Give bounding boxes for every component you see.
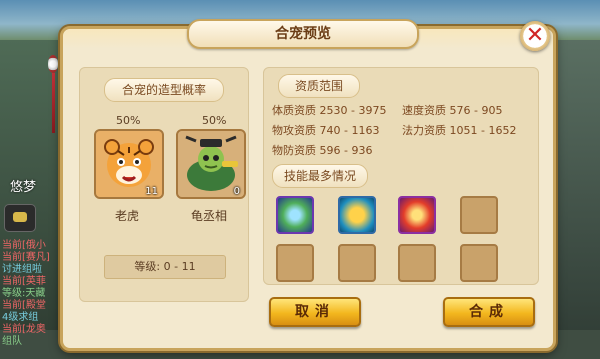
pet-probability: 50%: [202, 114, 227, 127]
pet-slot-turtle-minister[interactable]: 0: [176, 129, 246, 199]
pet-slot-tiger[interactable]: 11: [94, 129, 164, 199]
level-range: 等级: 0 - 11: [104, 255, 226, 279]
shape-probability-heading: 合宠的造型概率: [104, 78, 224, 102]
combine-button[interactable]: 合成: [443, 297, 535, 327]
pet-level-badge: 11: [145, 186, 158, 197]
aptitude-label: 法力资质: [402, 124, 446, 137]
aptitude-label: 物防资质: [272, 144, 316, 157]
empty-skill-slot: [460, 196, 498, 234]
pet-name: 老虎: [114, 209, 139, 223]
close-icon: ✕: [525, 23, 545, 48]
aptitude-row: 体质资质 2530 - 3975: [272, 102, 386, 118]
tassel-ornament-icon: [48, 55, 58, 135]
aptitude-value: 740 - 1163: [319, 124, 380, 137]
wind-skill-icon[interactable]: [276, 196, 314, 234]
aptitude-row: 法力资质 1051 - 1652: [402, 122, 516, 138]
aptitude-label: 速度资质: [402, 104, 446, 117]
cancel-button[interactable]: 取消: [269, 297, 361, 327]
dialog-title: 合宠预览: [275, 26, 331, 42]
aptitude-row: 物攻资质 740 - 1163: [272, 122, 379, 138]
pet-level-badge: 0: [233, 186, 240, 197]
max-skills-heading: 技能最多情况: [272, 164, 368, 188]
aptitude-label: 体质资质: [272, 104, 316, 117]
aptitude-value: 2530 - 3975: [319, 104, 387, 117]
empty-skill-slot: [460, 244, 498, 282]
pet-combine-preview-dialog: 合宠预览 ✕ 合宠的造型概率 50% 11 老虎 50% 0 龟丞相 等级: 0…: [60, 19, 556, 351]
player-name: 悠梦: [10, 180, 37, 195]
aptitude-value: 1051 - 1652: [449, 124, 517, 137]
pet-probability: 50%: [116, 114, 141, 127]
close-button[interactable]: ✕: [520, 21, 550, 51]
aptitude-skill-panel: 资质范围 体质资质 2530 - 3975 速度资质 576 - 905 物攻资…: [263, 67, 539, 285]
aptitude-value: 596 - 936: [319, 144, 373, 157]
aptitude-range-heading: 资质范围: [278, 74, 360, 98]
pet-name: 龟丞相: [190, 209, 227, 223]
shape-probability-panel: 合宠的造型概率 50% 11 老虎 50% 0 龟丞相 等级: 0 - 11: [79, 67, 249, 302]
aptitude-row: 速度资质 576 - 905: [402, 102, 502, 118]
empty-skill-slot: [338, 244, 376, 282]
chat-button[interactable]: [4, 204, 36, 232]
aptitude-value: 576 - 905: [449, 104, 503, 117]
fire-skill-icon[interactable]: [398, 196, 436, 234]
chat-line: 组队: [2, 336, 22, 347]
dialog-title-bar: 合宠预览: [187, 19, 419, 49]
aptitude-row: 物防资质 596 - 936: [272, 142, 372, 158]
empty-skill-slot: [276, 244, 314, 282]
gold-warrior-skill-icon[interactable]: [338, 196, 376, 234]
empty-skill-slot: [398, 244, 436, 282]
aptitude-label: 物攻资质: [272, 124, 316, 137]
